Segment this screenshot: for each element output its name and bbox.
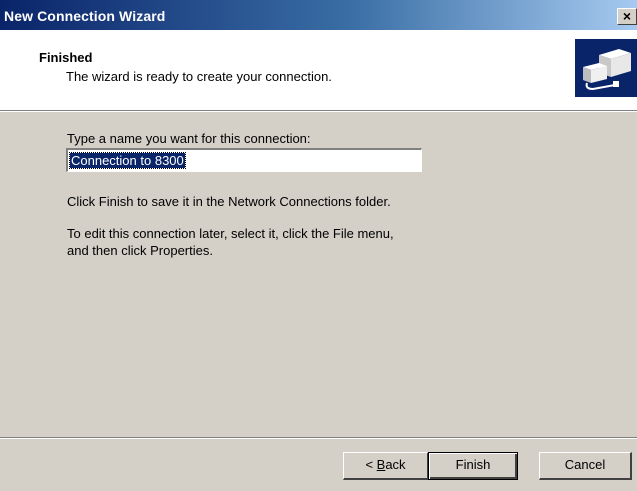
close-icon: × xyxy=(622,8,632,24)
wizard-header: Finished The wizard is ready to create y… xyxy=(0,30,637,110)
cancel-button[interactable]: Cancel xyxy=(539,452,632,480)
page-subtitle: The wizard is ready to create your conne… xyxy=(66,69,332,84)
edit-hint-text: To edit this connection later, select it… xyxy=(67,225,394,259)
back-button-prefix: < xyxy=(365,457,377,472)
header-divider xyxy=(0,110,637,112)
footer-divider xyxy=(0,437,637,439)
close-button[interactable]: × xyxy=(617,8,637,25)
back-button-rest: ack xyxy=(385,457,406,472)
page-title: Finished xyxy=(39,50,93,65)
finish-button-label: Finish xyxy=(455,457,491,472)
connection-name-value: Connection to 8300 xyxy=(69,152,186,169)
window-title: New Connection Wizard xyxy=(4,8,166,24)
title-bar[interactable]: New Connection Wizard × xyxy=(0,0,637,30)
cancel-button-label: Cancel xyxy=(564,457,606,472)
back-button[interactable]: < Back xyxy=(343,452,429,480)
network-connection-icon xyxy=(575,39,637,97)
connection-name-label: Type a name you want for this connection… xyxy=(67,131,311,146)
finish-hint-text: Click Finish to save it in the Network C… xyxy=(67,194,391,209)
connection-name-input[interactable]: Connection to 8300 xyxy=(66,148,422,172)
finish-button[interactable]: Finish xyxy=(428,452,518,480)
wizard-window: New Connection Wizard × Finished The wiz… xyxy=(0,0,637,491)
edit-hint-line-2: and then click Properties. xyxy=(67,243,213,258)
edit-hint-line-1: To edit this connection later, select it… xyxy=(67,226,394,241)
